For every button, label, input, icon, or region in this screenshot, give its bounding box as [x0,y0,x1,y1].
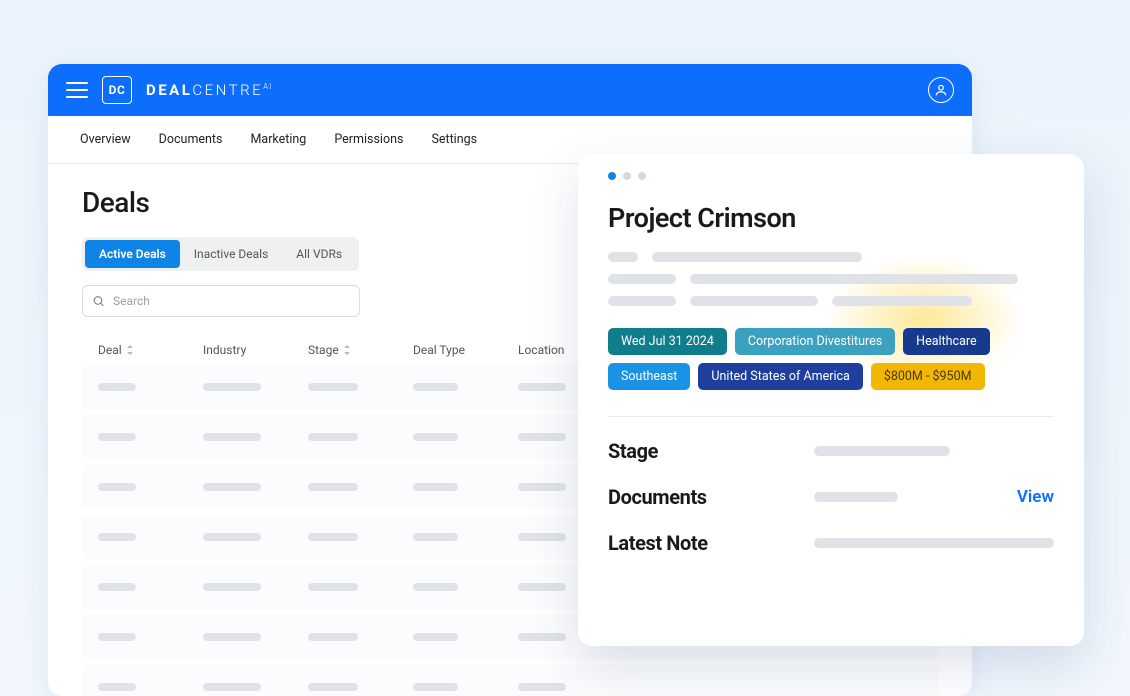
tag: $800M - $950M [871,363,985,390]
detail-skeleton [608,252,1054,306]
tag: United States of America [698,363,862,390]
col-stage[interactable]: Stage [308,343,413,357]
col-deal-label: Deal [98,343,122,357]
tag: Southeast [608,363,690,390]
nav-documents[interactable]: Documents [159,132,223,147]
tab-all-vdrs[interactable]: All VDRs [282,240,356,268]
header-left: DC DEALCENTREAI [66,76,272,104]
divider [608,416,1054,417]
col-stage-label: Stage [308,343,339,357]
col-industry[interactable]: Industry [203,343,308,357]
detail-row-stage: Stage [608,439,1054,463]
table-row[interactable] [82,665,938,696]
tab-inactive-deals[interactable]: Inactive Deals [180,240,283,268]
nav-permissions[interactable]: Permissions [334,132,403,147]
detail-label-latest-note: Latest Note [608,531,814,555]
detail-label-documents: Documents [608,485,814,509]
sort-icon [126,345,134,355]
tab-group: Active Deals Inactive Deals All VDRs [82,237,359,271]
dot-active [608,172,616,180]
col-deal[interactable]: Deal [98,343,203,357]
nav-marketing[interactable]: Marketing [250,132,306,147]
brand-sup: AI [263,82,272,91]
tag: Corporation Divestitures [735,328,895,355]
nav-overview[interactable]: Overview [80,132,131,147]
sort-icon [343,345,351,355]
detail-value-skeleton [814,538,1054,548]
detail-label-stage: Stage [608,439,814,463]
detail-title: Project Crimson [608,202,1054,234]
dot [623,172,631,180]
dot [638,172,646,180]
col-dealtype-label: Deal Type [413,343,465,357]
col-location-label: Location [518,343,564,357]
search-wrap [82,285,360,317]
menu-icon[interactable] [66,82,88,98]
tab-active-deals[interactable]: Active Deals [85,240,180,268]
logo-badge: DC [102,76,132,104]
brand-text: DEALCENTREAI [146,81,272,99]
app-header: DC DEALCENTREAI [48,64,972,116]
avatar-icon[interactable] [928,77,954,103]
search-input[interactable] [82,285,360,317]
detail-value-skeleton [814,446,950,456]
tag: Wed Jul 31 2024 [608,328,727,355]
view-link[interactable]: View [1017,487,1054,507]
detail-row-documents: Documents View [608,485,1054,509]
detail-value-skeleton [814,492,898,502]
detail-row-latest-note: Latest Note [608,531,1054,555]
window-dots [608,172,1054,180]
detail-panel: Project Crimson Wed Jul 31 2024 Corporati… [578,154,1084,646]
col-industry-label: Industry [203,343,246,357]
brand-light: CENTRE [192,81,263,99]
tag: Healthcare [903,328,989,355]
brand-bold: DEAL [146,81,192,99]
search-icon [92,295,105,308]
nav-settings[interactable]: Settings [431,132,477,147]
tags: Wed Jul 31 2024 Corporation Divestitures H… [608,328,1054,390]
col-dealtype[interactable]: Deal Type [413,343,518,357]
